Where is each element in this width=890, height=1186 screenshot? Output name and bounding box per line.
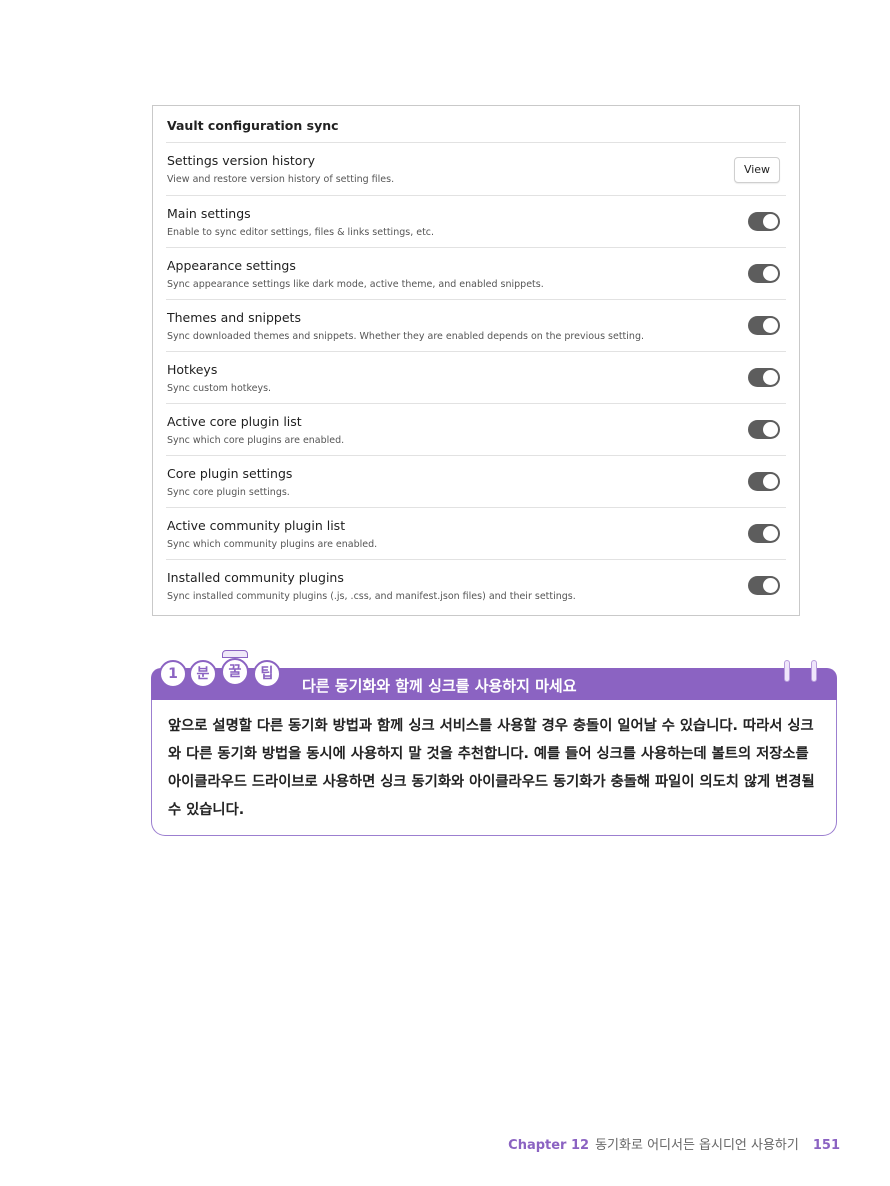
toggle-knob: [763, 578, 778, 593]
main-settings-toggle[interactable]: [748, 212, 780, 231]
tip-heading: 다른 동기화와 함께 싱크를 사용하지 마세요: [302, 677, 577, 695]
tip-badge-char: 분: [189, 660, 217, 688]
page-number: 151: [812, 1138, 840, 1153]
setting-description: Sync core plugin settings.: [167, 487, 290, 498]
setting-title: Themes and snippets: [167, 310, 301, 325]
tip-badge-char: 꿀: [221, 658, 249, 686]
chapter-label: Chapter 12: [508, 1138, 590, 1153]
setting-title: Main settings: [167, 206, 251, 221]
setting-row-hotkeys: Hotkeys Sync custom hotkeys.: [166, 351, 786, 404]
setting-description: View and restore version history of sett…: [167, 174, 395, 185]
tip-body: 앞으로 설명할 다른 동기화 방법과 함께 싱크 서비스를 사용할 경우 충돌이…: [151, 700, 837, 836]
setting-title: Settings version history: [167, 153, 315, 168]
tip-text: 앞으로 설명할 다른 동기화 방법과 함께 싱크 서비스를 사용할 경우 충돌이…: [168, 718, 815, 818]
setting-description: Sync installed community plugins (.js, .…: [167, 591, 576, 602]
page-footer: Chapter 12 동기화로 어디서든 옵시디언 사용하기 151: [508, 1134, 840, 1153]
setting-description: Sync custom hotkeys.: [167, 383, 272, 394]
themes-and-snippets-toggle[interactable]: [748, 316, 780, 335]
hotkeys-toggle[interactable]: [748, 368, 780, 387]
active-community-plugin-list-toggle[interactable]: [748, 524, 780, 543]
setting-row-active-core-plugin-list: Active core plugin list Sync which core …: [166, 403, 786, 456]
toggle-knob: [763, 266, 778, 281]
setting-row-themes-and-snippets: Themes and snippets Sync downloaded them…: [166, 299, 786, 352]
toggle-knob: [763, 526, 778, 541]
toggle-knob: [763, 422, 778, 437]
setting-row-main-settings: Main settings Enable to sync editor sett…: [166, 195, 786, 248]
core-plugin-settings-toggle[interactable]: [748, 472, 780, 491]
installed-community-plugins-toggle[interactable]: [748, 576, 780, 595]
setting-title: Active core plugin list: [167, 414, 302, 429]
setting-row-settings-version-history: Settings version history View and restor…: [166, 143, 786, 195]
settings-panel: Vault configuration sync Settings versio…: [152, 105, 800, 616]
setting-row-installed-community-plugins: Installed community plugins Sync install…: [166, 559, 786, 612]
binder-ring-icon: [784, 660, 790, 682]
setting-description: Sync appearance settings like dark mode,…: [167, 279, 544, 290]
setting-title: Active community plugin list: [167, 518, 346, 533]
toggle-knob: [763, 318, 778, 333]
honey-jar-lid-icon: [222, 650, 248, 658]
setting-row-appearance-settings: Appearance settings Sync appearance sett…: [166, 247, 786, 300]
appearance-settings-toggle[interactable]: [748, 264, 780, 283]
setting-row-active-community-plugin-list: Active community plugin list Sync which …: [166, 507, 786, 560]
setting-title: Installed community plugins: [167, 570, 344, 585]
setting-description: Sync which core plugins are enabled.: [167, 435, 345, 446]
panel-title: Vault configuration sync: [167, 118, 339, 133]
setting-description: Sync which community plugins are enabled…: [167, 539, 378, 550]
setting-description: Enable to sync editor settings, files & …: [167, 227, 435, 238]
view-button[interactable]: View: [734, 157, 780, 183]
tip-badge-number: 1: [159, 660, 187, 688]
tip-badge-char: 팁: [253, 660, 281, 688]
setting-title: Core plugin settings: [167, 466, 293, 481]
toggle-knob: [763, 370, 778, 385]
tip-box: 앞으로 설명할 다른 동기화 방법과 함께 싱크 서비스를 사용할 경우 충돌이…: [151, 650, 837, 838]
chapter-title: 동기화로 어디서든 옵시디언 사용하기: [595, 1138, 799, 1153]
toggle-knob: [763, 474, 778, 489]
setting-title: Hotkeys: [167, 362, 218, 377]
active-core-plugin-list-toggle[interactable]: [748, 420, 780, 439]
setting-description: Sync downloaded themes and snippets. Whe…: [167, 331, 644, 342]
setting-title: Appearance settings: [167, 258, 296, 273]
setting-row-core-plugin-settings: Core plugin settings Sync core plugin se…: [166, 455, 786, 508]
toggle-knob: [763, 214, 778, 229]
binder-ring-icon: [811, 660, 817, 682]
